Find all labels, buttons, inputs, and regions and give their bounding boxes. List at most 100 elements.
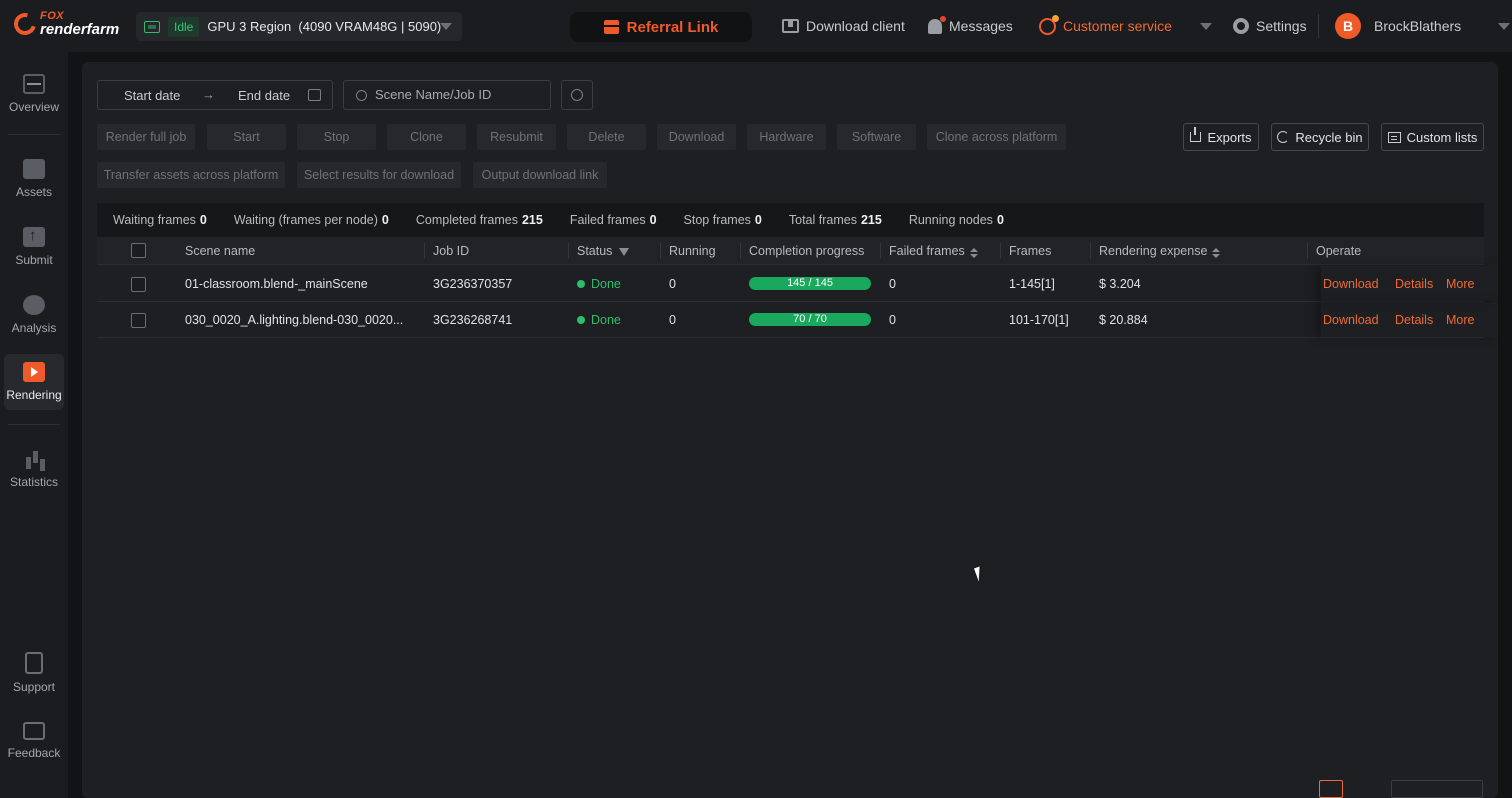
rendering-expense: $ 20.884	[1099, 313, 1148, 327]
sidebar-item-label: Statistics	[9, 475, 58, 489]
transfer-assets-button[interactable]: Transfer assets across platform	[97, 162, 285, 188]
messages-link[interactable]: Messages	[928, 0, 1013, 52]
sidebar-item-statistics[interactable]: Statistics	[4, 441, 64, 497]
referral-label: Referral Link	[626, 18, 719, 36]
folder-icon	[23, 159, 45, 179]
hardware-button[interactable]: Hardware	[747, 124, 826, 150]
sidebar-item-assets[interactable]: Assets	[4, 151, 64, 207]
column-divider	[1000, 243, 1001, 259]
end-date-field[interactable]: End date	[238, 88, 290, 103]
sort-icon	[969, 248, 978, 258]
export-icon	[1190, 127, 1202, 142]
software-button[interactable]: Software	[837, 124, 916, 150]
support-icon	[25, 652, 43, 674]
stat-waiting-per-node: Waiting (frames per node) 0	[233, 213, 389, 227]
details-link[interactable]: Details	[1395, 313, 1433, 327]
gpu-icon	[144, 20, 160, 33]
sidebar-divider	[8, 424, 60, 425]
logo[interactable]: FOX renderfarm	[9, 8, 119, 40]
sidebar-item-analysis[interactable]: Analysis	[4, 287, 64, 343]
gear-icon	[1233, 18, 1249, 34]
row-checkbox[interactable]	[131, 313, 146, 328]
running-count: 0	[669, 313, 676, 327]
start-button[interactable]: Start	[207, 124, 286, 150]
column-divider	[424, 243, 425, 259]
bell-icon	[928, 15, 946, 34]
delete-button[interactable]: Delete	[567, 124, 646, 150]
custom-lists-label: Custom lists	[1406, 129, 1478, 145]
details-link[interactable]: Details	[1395, 277, 1433, 291]
clone-across-platform-button[interactable]: Clone across platform	[927, 124, 1066, 150]
rendering-icon	[23, 362, 45, 382]
customer-service-dropdown[interactable]	[1200, 0, 1212, 52]
more-link[interactable]: More	[1446, 277, 1474, 291]
progress-bar: 70 / 70	[749, 313, 871, 326]
status-badge: Done	[577, 277, 621, 291]
sidebar-item-overview[interactable]: Overview	[4, 66, 64, 122]
stat-waiting-frames: Waiting frames 0	[113, 213, 207, 227]
col-job-id: Job ID	[433, 244, 470, 258]
recycle-bin-label: Recycle bin	[1295, 129, 1363, 145]
sidebar-item-label: Feedback	[7, 746, 61, 760]
download-link[interactable]: Download	[1323, 277, 1379, 291]
search-icon	[356, 90, 367, 101]
sidebar-item-feedback[interactable]: Feedback	[4, 713, 64, 769]
status-dot-icon	[577, 280, 585, 288]
settings-link[interactable]: Settings	[1233, 0, 1307, 52]
custom-lists-button[interactable]: Custom lists	[1381, 123, 1484, 151]
pagination-current[interactable]	[1319, 780, 1343, 798]
username: BrockBlathers	[1374, 18, 1462, 34]
status-dot-icon	[577, 316, 585, 324]
more-link[interactable]: More	[1446, 313, 1474, 327]
stat-stop-frames: Stop frames 0	[683, 213, 762, 227]
download-client-link[interactable]: Download client	[782, 0, 905, 52]
sidebar-item-label: Overview	[8, 100, 59, 114]
row-checkbox[interactable]	[131, 277, 146, 292]
resubmit-button[interactable]: Resubmit	[477, 124, 556, 150]
search-icon	[571, 89, 583, 101]
download-button[interactable]: Download	[657, 124, 736, 150]
filter-icon[interactable]	[619, 248, 630, 256]
sidebar-item-label: Submit	[15, 253, 53, 267]
table-row[interactable]: 01-classroom.blend-_mainScene 3G23637035…	[97, 266, 1484, 302]
download-client-label: Download client	[806, 18, 905, 34]
sidebar-item-support[interactable]: Support	[4, 645, 64, 701]
submit-icon	[23, 227, 45, 247]
referral-link-button[interactable]: Referral Link	[570, 12, 752, 42]
stat-failed-frames: Failed frames 0	[569, 213, 657, 227]
user-menu[interactable]: B BrockBlathers	[1335, 0, 1511, 52]
page-size-select[interactable]	[1391, 780, 1483, 798]
running-count: 0	[669, 277, 676, 291]
region-selector[interactable]: Idle GPU 3 Region (4090 VRAM48G | 5090)	[136, 12, 462, 41]
start-date-field[interactable]: Start date	[124, 88, 180, 103]
list-icon	[1387, 131, 1401, 143]
download-link[interactable]: Download	[1323, 313, 1379, 327]
chevron-down-icon	[440, 23, 452, 30]
gift-icon	[603, 20, 619, 34]
exports-button[interactable]: Exports	[1183, 123, 1259, 151]
recycle-bin-button[interactable]: Recycle bin	[1271, 123, 1369, 151]
date-range-picker[interactable]: Start date → End date	[97, 80, 333, 110]
col-rendering-expense[interactable]: Rendering expense	[1099, 244, 1221, 258]
table-row[interactable]: 030_0020_A.lighting.blend-030_0020... 3G…	[97, 302, 1484, 338]
render-full-job-button[interactable]: Render full job	[97, 124, 195, 150]
sidebar-item-label: Analysis	[11, 321, 57, 335]
stop-button[interactable]: Stop	[297, 124, 376, 150]
search-button[interactable]	[561, 80, 593, 110]
output-download-link-button[interactable]: Output download link	[473, 162, 607, 188]
select-all-checkbox[interactable]	[131, 243, 146, 258]
recycle-icon	[1277, 131, 1290, 143]
sidebar-item-submit[interactable]: Submit	[4, 219, 64, 275]
sidebar-item-rendering[interactable]: Rendering	[4, 354, 64, 410]
top-bar: FOX renderfarm Idle GPU 3 Region (4090 V…	[0, 0, 1512, 52]
clone-button[interactable]: Clone	[387, 124, 466, 150]
sidebar-item-label: Assets	[15, 185, 52, 199]
col-failed-frames[interactable]: Failed frames	[889, 244, 978, 258]
customer-service-link[interactable]: Customer service	[1039, 0, 1172, 52]
select-results-button[interactable]: Select results for download	[297, 162, 461, 188]
frame-stats-bar: Waiting frames 0 Waiting (frames per node…	[97, 203, 1484, 237]
search-input[interactable]	[375, 87, 545, 102]
sidebar-item-label: Rendering	[6, 388, 62, 402]
job-id: 3G236370357	[433, 277, 513, 291]
analysis-icon	[23, 295, 45, 315]
